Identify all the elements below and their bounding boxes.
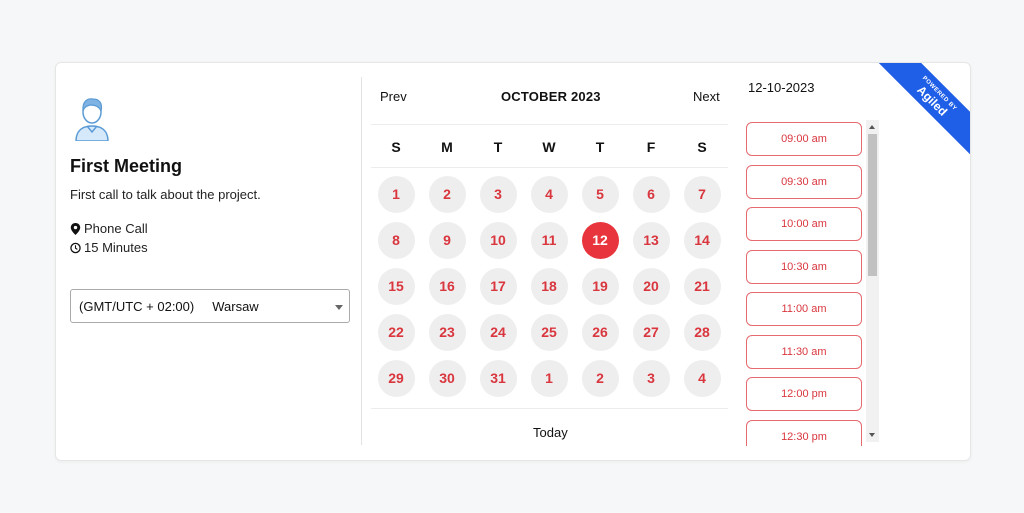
calendar-day[interactable]: 26 [581,313,619,351]
event-description: First call to talk about the project. [70,187,261,202]
clock-icon [70,242,81,253]
calendar-day[interactable]: 3 [479,175,517,213]
weekday-label: T [595,139,605,155]
time-slot-button[interactable]: 10:30 am [746,249,862,284]
weekday-label: S [391,139,401,155]
calendar-day[interactable]: 9 [428,221,466,259]
weekday-label: S [697,139,707,155]
calendar-day[interactable]: 14 [683,221,721,259]
month-label: OCTOBER 2023 [501,89,601,104]
calendar-day[interactable]: 16 [428,267,466,305]
event-location-label: Phone Call [84,221,148,236]
selected-date-label: 12-10-2023 [748,80,815,95]
timezone-select[interactable]: (GMT/UTC + 02:00) Warsaw [70,289,350,323]
calendar-day[interactable]: 13 [632,221,670,259]
today-button[interactable]: Today [533,425,568,440]
calendar-day[interactable]: 27 [632,313,670,351]
timezone-offset: (GMT/UTC + 02:00) [79,298,195,314]
time-slot-button[interactable]: 11:30 am [746,334,862,369]
panel-divider [361,77,362,445]
slots-scrollbar[interactable] [866,120,879,442]
time-slot-button[interactable]: 12:00 pm [746,377,862,411]
calendar-day[interactable]: 28 [683,313,721,351]
event-title: First Meeting [70,156,183,176]
event-duration-label: 15 Minutes [84,240,148,255]
booking-card: First Meeting First call to talk about t… [55,62,971,461]
map-pin-icon [70,222,81,235]
time-slot-button[interactable]: 09:00 am [746,122,862,156]
calendar-day[interactable]: 18 [530,267,568,305]
calendar-divider [371,124,728,125]
weekday-label: M [441,139,453,155]
time-slot-button[interactable]: 12:30 pm [746,419,862,446]
weekday-label: W [542,139,556,155]
time-slot-button[interactable]: 10:00 am [746,207,862,241]
weekday-label: F [646,139,656,155]
powered-by-ribbon[interactable]: POWERED BY Agiled [875,63,970,158]
calendar-day[interactable]: 30 [428,359,466,397]
scroll-down-arrow-icon[interactable] [869,433,875,437]
timezone-city: Warsaw [212,298,259,314]
calendar-day[interactable]: 2 [581,359,619,397]
calendar-day[interactable]: 4 [683,359,721,397]
event-location: Phone Call [70,221,148,236]
event-duration: 15 Minutes [70,240,148,255]
calendar-day[interactable]: 6 [632,175,670,213]
next-month-button[interactable]: Next [693,89,720,104]
calendar-day[interactable]: 25 [530,313,568,351]
calendar-day[interactable]: 23 [428,313,466,351]
calendar-day[interactable]: 17 [479,267,517,305]
calendar-day[interactable]: 5 [581,175,619,213]
calendar-day[interactable]: 4 [530,175,568,213]
calendar-day[interactable]: 10 [479,221,517,259]
calendar-divider [371,408,728,409]
calendar-day[interactable]: 2 [428,175,466,213]
prev-month-button[interactable]: Prev [380,89,407,104]
time-slot-button[interactable]: 11:00 am [746,292,862,326]
calendar-day[interactable]: 7 [683,175,721,213]
calendar-divider [371,167,728,168]
calendar-day[interactable]: 3 [632,359,670,397]
time-slot-list: 09:00 am 09:30 am 10:00 am 10:30 am 11:00 am… [746,120,866,446]
calendar-day[interactable]: 24 [479,313,517,351]
calendar-day[interactable]: 19 [581,267,619,305]
calendar-day[interactable]: 11 [530,221,568,259]
chevron-down-icon [335,305,343,310]
calendar-day[interactable]: 15 [377,267,415,305]
calendar-day[interactable]: 1 [377,175,415,213]
calendar-day[interactable]: 31 [479,359,517,397]
calendar-day[interactable]: 20 [632,267,670,305]
time-slot-button[interactable]: 09:30 am [746,164,862,199]
calendar-day[interactable]: 22 [377,313,415,351]
user-avatar-icon [72,95,112,142]
calendar-day[interactable]: 8 [377,221,415,259]
calendar-day[interactable]: 21 [683,267,721,305]
weekday-label: T [493,139,503,155]
calendar-day[interactable]: 29 [377,359,415,397]
calendar-day[interactable]: 12 [581,221,619,259]
calendar-day[interactable]: 1 [530,359,568,397]
